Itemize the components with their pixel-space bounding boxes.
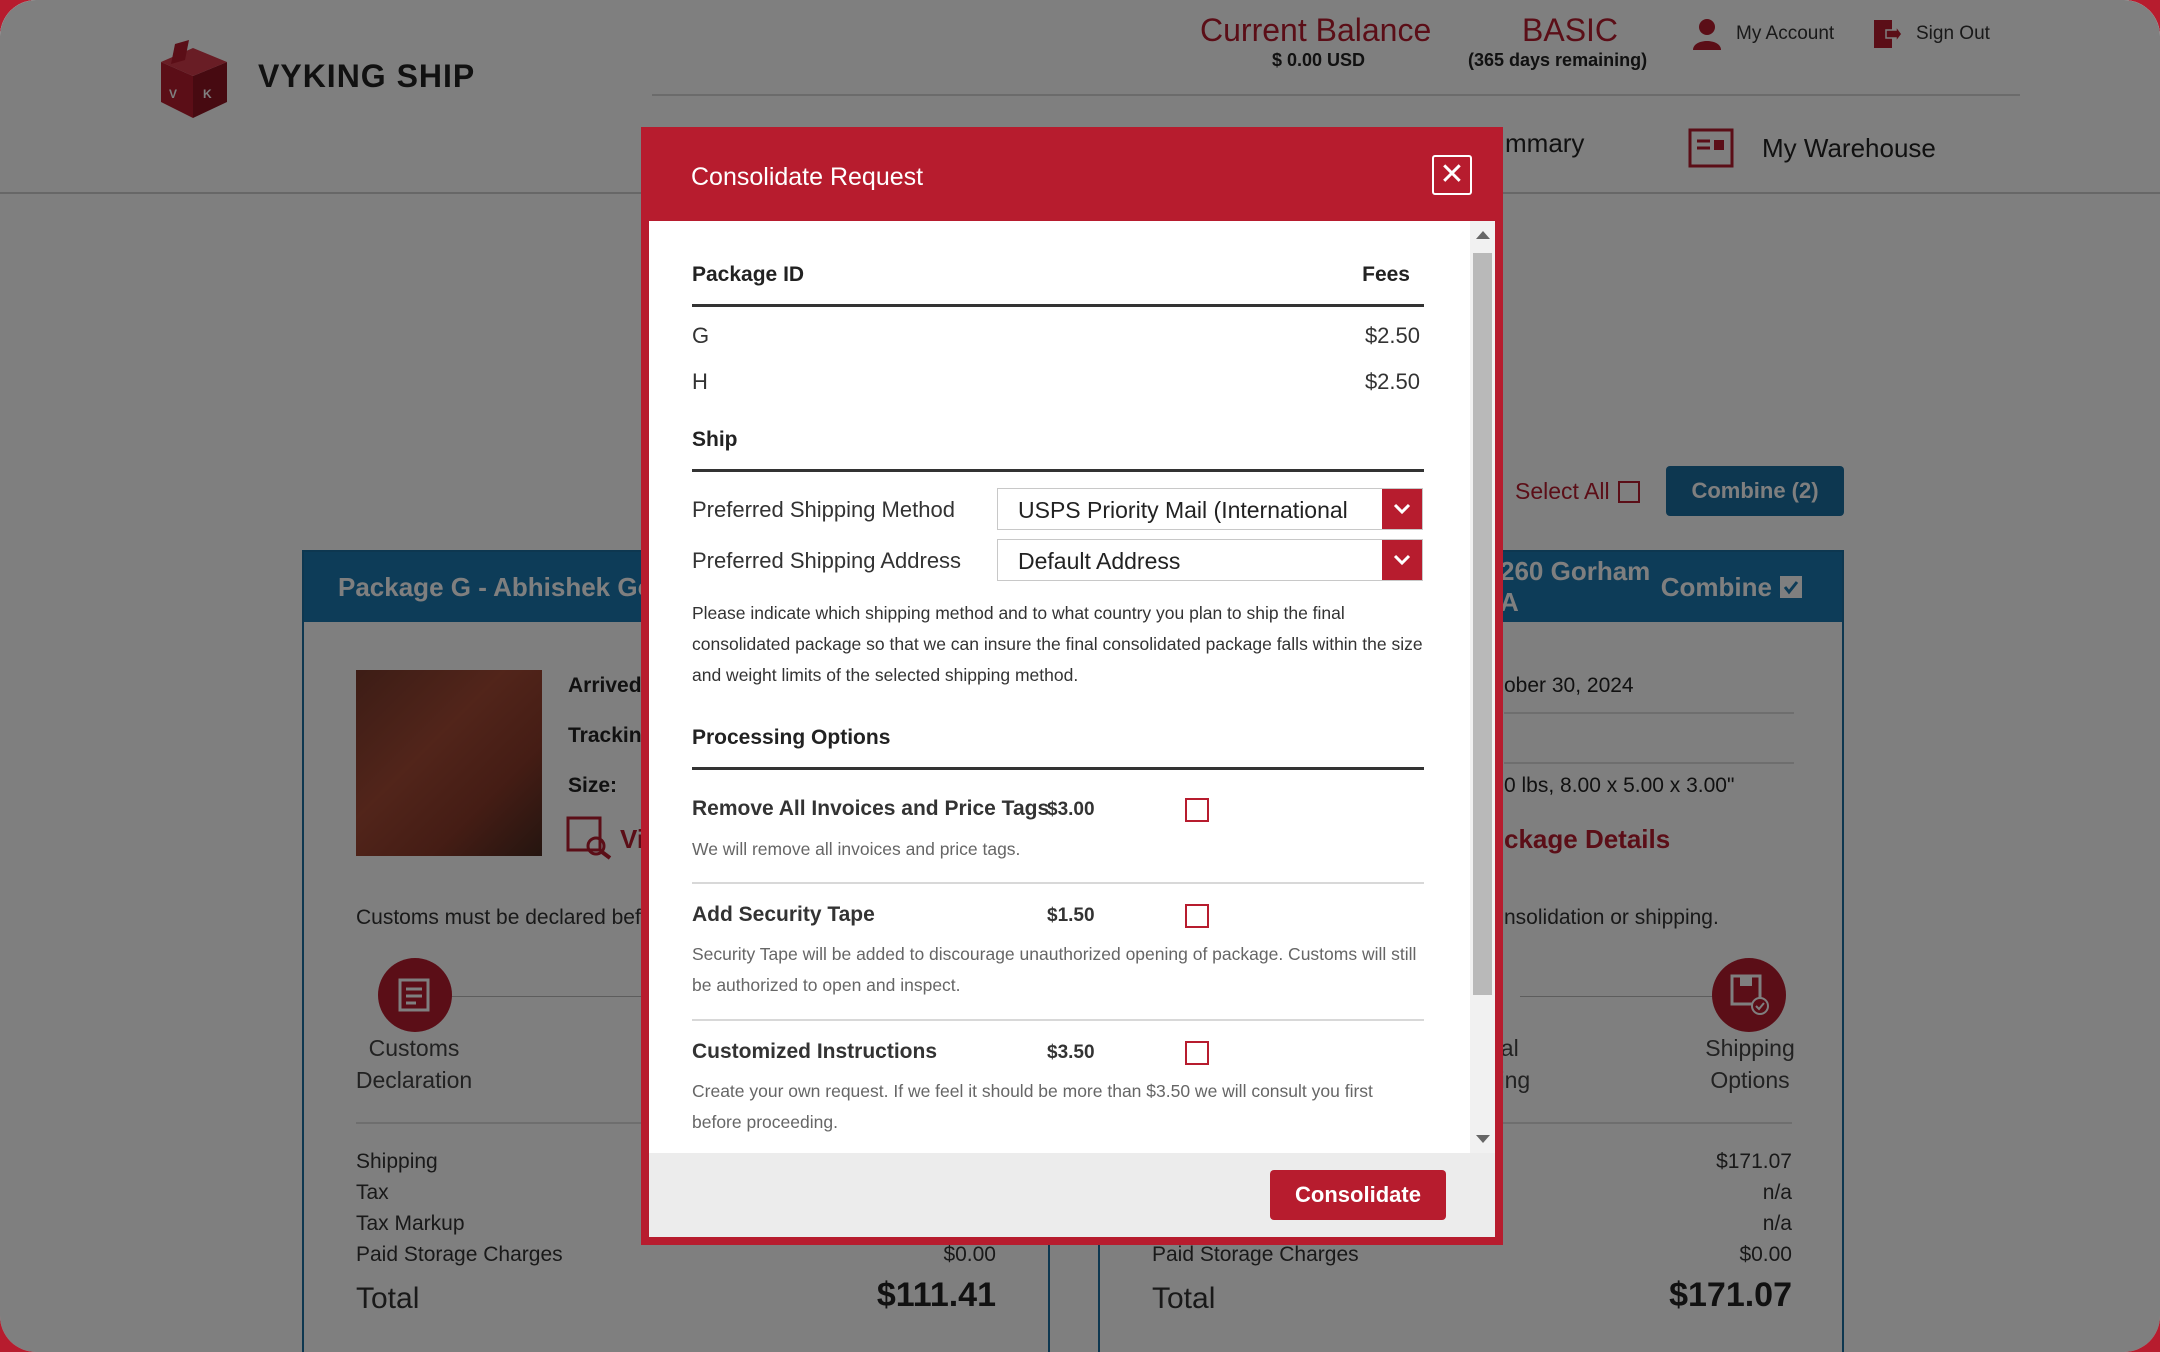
shipping-address-select[interactable]: Default Address — [997, 539, 1423, 581]
package-row-id: G — [692, 323, 710, 348]
option-price: $3.00 — [1047, 799, 1095, 820]
option-price: $3.50 — [1047, 1042, 1095, 1063]
option-title: Add Security Tape — [692, 903, 875, 926]
modal-header: Consolidate Request ✕ — [641, 127, 1503, 221]
modal-body: Package ID Fees G $2.50 H $2.50 Ship Pre… — [649, 221, 1495, 1237]
package-row-fee: $2.50 — [1364, 369, 1420, 394]
ship-header-label: Ship — [692, 428, 738, 451]
chevron-down-icon[interactable] — [1382, 489, 1422, 529]
option-title: Remove All Invoices and Price Tags — [692, 797, 1050, 820]
scroll-down-arrow-icon[interactable] — [1476, 1135, 1490, 1143]
package-row-fee: $2.50 — [1364, 323, 1420, 348]
option-divider — [692, 882, 1424, 884]
package-id-header: Package ID — [692, 263, 805, 286]
shipping-method-select[interactable]: USPS Priority Mail (International) — [997, 488, 1423, 530]
option-description: Security Tape will be added to discourag… — [692, 944, 1417, 995]
remove-invoices-checkbox[interactable] — [1185, 798, 1209, 822]
modal-footer: Consolidate — [649, 1153, 1495, 1237]
option-divider — [692, 1019, 1424, 1021]
option-price: $1.50 — [1047, 905, 1095, 926]
consolidate-request-modal: Consolidate Request ✕ Package ID Fees G … — [641, 127, 1503, 1245]
option-description: Create your own request. If we feel it s… — [692, 1081, 1373, 1132]
option-description: We will remove all invoices and price ta… — [692, 839, 1021, 859]
modal-title: Consolidate Request — [691, 163, 924, 191]
fees-header: Fees — [1362, 263, 1410, 286]
chevron-down-icon[interactable] — [1382, 540, 1422, 580]
processing-header-label: Processing Options — [692, 726, 891, 749]
custom-instructions-checkbox[interactable] — [1185, 1041, 1209, 1065]
app-window: V K VYKING SHIP Current Balance $ 0.00 U… — [0, 0, 2160, 1352]
security-tape-checkbox[interactable] — [1185, 904, 1209, 928]
scroll-up-arrow-icon[interactable] — [1476, 231, 1490, 239]
packages-table-header: Package ID Fees — [692, 263, 1424, 307]
consolidate-button[interactable]: Consolidate — [1270, 1170, 1446, 1220]
scrollbar-thumb[interactable] — [1473, 253, 1492, 995]
modal-scroll-content[interactable]: Package ID Fees G $2.50 H $2.50 Ship Pre… — [649, 221, 1465, 1153]
shipping-address-label: Preferred Shipping Address — [692, 548, 962, 573]
shipping-address-value: Default Address — [1018, 548, 1181, 574]
option-title: Customized Instructions — [692, 1040, 938, 1063]
shipping-method-label: Preferred Shipping Method — [692, 497, 955, 522]
close-icon[interactable]: ✕ — [1432, 155, 1472, 195]
ship-section-header: Ship — [692, 428, 1424, 472]
processing-options-header: Processing Options — [692, 726, 1424, 770]
ship-note: Please indicate which shipping method an… — [692, 603, 1423, 685]
package-row-id: H — [692, 369, 708, 394]
modal-scrollbar[interactable] — [1470, 221, 1495, 1153]
shipping-method-value: USPS Priority Mail (International) — [1018, 497, 1348, 523]
